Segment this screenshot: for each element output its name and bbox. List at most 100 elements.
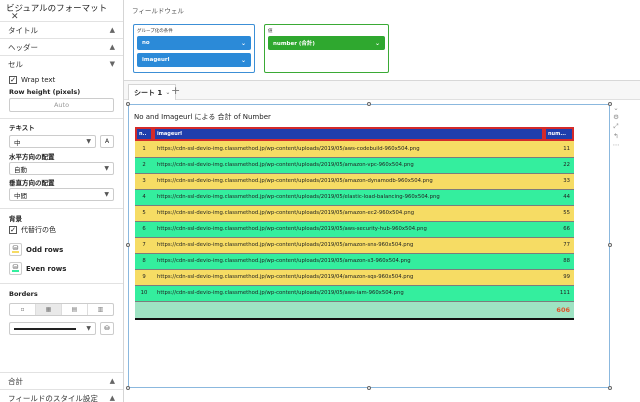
- field-wells-title: フィールドウェル: [132, 7, 184, 15]
- cell-imageurl: https://cdn-ssl-devio-img.classmethod.jp…: [153, 157, 544, 174]
- value-well[interactable]: 値 number (合計) ⌄: [264, 24, 389, 73]
- resize-handle[interactable]: [126, 102, 130, 106]
- expand-icon[interactable]: ⤢: [613, 122, 618, 131]
- wrap-text-checkbox[interactable]: ✓ Wrap text: [9, 74, 114, 86]
- check-icon: ✓: [9, 76, 17, 84]
- row-height-input[interactable]: Auto: [9, 98, 114, 112]
- cell-number: 44: [544, 189, 574, 206]
- chevron-down-icon: ▼: [109, 60, 115, 68]
- field-pill-imageurl[interactable]: imageurl ⌄: [137, 53, 251, 67]
- column-header-imageurl[interactable]: imageurl: [153, 127, 544, 141]
- cell-imageurl: https://cdn-ssl-devio-img.classmethod.jp…: [153, 205, 544, 222]
- even-rows-color[interactable]: ⛁ Even rows: [9, 259, 114, 278]
- table-visual[interactable]: No and Imageurl による 合計 of Number n.. ima…: [126, 102, 612, 390]
- panel-title: ビジュアルのフォーマット: [6, 4, 108, 14]
- table-row[interactable]: 8 https://cdn-ssl-devio-img.classmethod.…: [135, 253, 574, 270]
- cell-no: 8: [135, 253, 153, 270]
- table-row[interactable]: 1 https://cdn-ssl-devio-img.classmethod.…: [135, 141, 574, 158]
- table-row[interactable]: 6 https://cdn-ssl-devio-img.classmethod.…: [135, 221, 574, 238]
- field-pill-number[interactable]: number (合計) ⌄: [268, 36, 385, 50]
- chevron-down-icon[interactable]: ⌄: [165, 89, 170, 96]
- section-total[interactable]: 合計 ▲: [0, 372, 123, 389]
- resize-handle[interactable]: [126, 386, 130, 390]
- table-row[interactable]: 10 https://cdn-ssl-devio-img.classmethod…: [135, 285, 574, 302]
- check-icon: ✓: [9, 226, 17, 234]
- column-header-number[interactable]: num...: [544, 127, 574, 141]
- section-header[interactable]: ヘッダー ▲: [0, 38, 123, 55]
- v-align-label: 垂直方向の配置: [9, 179, 55, 187]
- data-table: n.. imageurl num... 1 https://cdn-ssl-de…: [135, 127, 574, 320]
- border-line-select[interactable]: ▼: [9, 322, 96, 335]
- cell-imageurl: https://cdn-ssl-devio-img.classmethod.jp…: [153, 141, 544, 158]
- table-row[interactable]: 7 https://cdn-ssl-devio-img.classmethod.…: [135, 237, 574, 254]
- section-cell[interactable]: セル ▼: [0, 55, 123, 72]
- chevron-down-icon: ▼: [86, 325, 91, 332]
- v-align-select[interactable]: 中間 ▼: [9, 188, 114, 201]
- field-pill-no[interactable]: no ⌄: [137, 36, 251, 50]
- cell-imageurl: https://cdn-ssl-devio-img.classmethod.jp…: [153, 237, 544, 254]
- table-row[interactable]: 2 https://cdn-ssl-devio-img.classmethod.…: [135, 157, 574, 174]
- cell-number: 77: [544, 237, 574, 254]
- section-field-style[interactable]: フィールドのスタイル設定 ▲: [0, 389, 123, 402]
- chevron-up-icon: ▲: [109, 394, 115, 402]
- background-label: 背景: [9, 215, 22, 223]
- add-sheet-button[interactable]: +: [171, 85, 180, 97]
- h-align-select[interactable]: 自動 ▼: [9, 162, 114, 175]
- resize-handle[interactable]: [367, 386, 371, 390]
- group-by-well[interactable]: グループ化の条件 no ⌄ imageurl ⌄: [133, 24, 255, 73]
- more-options-icon[interactable]: ⋯: [613, 141, 620, 149]
- cell-no: 9: [135, 269, 153, 286]
- border-color-icon[interactable]: ⛁: [100, 322, 114, 335]
- table-row[interactable]: 4 https://cdn-ssl-devio-img.classmethod.…: [135, 189, 574, 206]
- line-style-preview: [14, 327, 76, 330]
- paint-bucket-icon[interactable]: ⛁: [9, 243, 22, 256]
- chevron-down-icon: ▼: [104, 191, 109, 198]
- paint-bucket-icon[interactable]: ⛁: [9, 262, 22, 275]
- cell-no: 4: [135, 189, 153, 206]
- border-vertical-icon[interactable]: ▥: [88, 304, 113, 315]
- table-row[interactable]: 5 https://cdn-ssl-devio-img.classmethod.…: [135, 205, 574, 222]
- resize-handle[interactable]: [126, 243, 130, 247]
- cell-no: 7: [135, 237, 153, 254]
- total-cell-empty: [153, 301, 544, 320]
- total-value: 606: [544, 301, 574, 320]
- field-wells: フィールドウェル グループ化の条件 no ⌄ imageurl ⌄ 値 number…: [124, 0, 640, 81]
- odd-rows-color[interactable]: ⛁ Odd rows: [9, 240, 114, 259]
- border-style-group: ▫ ▦ ▤ ▥: [9, 303, 114, 316]
- alternate-color-checkbox[interactable]: ✓ 代替行の色: [9, 224, 114, 236]
- collapse-icon[interactable]: ⌄: [613, 104, 618, 112]
- table-row[interactable]: 9 https://cdn-ssl-devio-img.classmethod.…: [135, 269, 574, 286]
- drill-icon[interactable]: ↰: [613, 132, 618, 140]
- tab-sheet-1[interactable]: シート 1 ⌄: [128, 84, 177, 100]
- visual-title: No and Imageurl による 合計 of Number: [134, 113, 271, 121]
- section-title[interactable]: タイトル ▲: [0, 21, 123, 38]
- text-color-icon[interactable]: A: [100, 135, 114, 148]
- border-horizontal-icon[interactable]: ▤: [62, 304, 88, 315]
- cell-imageurl: https://cdn-ssl-devio-img.classmethod.jp…: [153, 189, 544, 206]
- border-none-icon[interactable]: ▫: [10, 304, 36, 315]
- total-cell-empty: [135, 301, 153, 320]
- cell-imageurl: https://cdn-ssl-devio-img.classmethod.jp…: [153, 173, 544, 190]
- visual-toolbar: ⌄ ⚙ ⤢ ↰ ⋯: [610, 104, 622, 164]
- cell-number: 99: [544, 269, 574, 286]
- table-total-row: 606: [135, 301, 574, 320]
- column-header-no[interactable]: n..: [135, 127, 153, 141]
- chevron-down-icon: ⌄: [240, 39, 246, 47]
- settings-icon[interactable]: ⚙: [613, 113, 619, 121]
- table-header-row: n.. imageurl num...: [135, 127, 574, 141]
- text-size-select[interactable]: 中 ▼: [9, 135, 96, 148]
- table-row[interactable]: 3 https://cdn-ssl-devio-img.classmethod.…: [135, 173, 574, 190]
- cell-no: 2: [135, 157, 153, 174]
- cell-number: 88: [544, 253, 574, 270]
- format-visual-panel: ビジュアルのフォーマット ✕ タイトル ▲ ヘッダー ▲ セル ▼ ✓ Wrap te…: [0, 0, 124, 402]
- resize-handle[interactable]: [608, 386, 612, 390]
- border-all-icon[interactable]: ▦: [36, 304, 62, 315]
- cell-number: 33: [544, 173, 574, 190]
- resize-handle[interactable]: [367, 102, 371, 106]
- resize-handle[interactable]: [608, 243, 612, 247]
- cell-no: 10: [135, 285, 153, 302]
- h-align-label: 水平方向の配置: [9, 153, 55, 161]
- cell-imageurl: https://cdn-ssl-devio-img.classmethod.jp…: [153, 269, 544, 286]
- close-icon[interactable]: ✕: [11, 12, 19, 22]
- sheet-tabs: シート 1 ⌄ +: [124, 81, 640, 100]
